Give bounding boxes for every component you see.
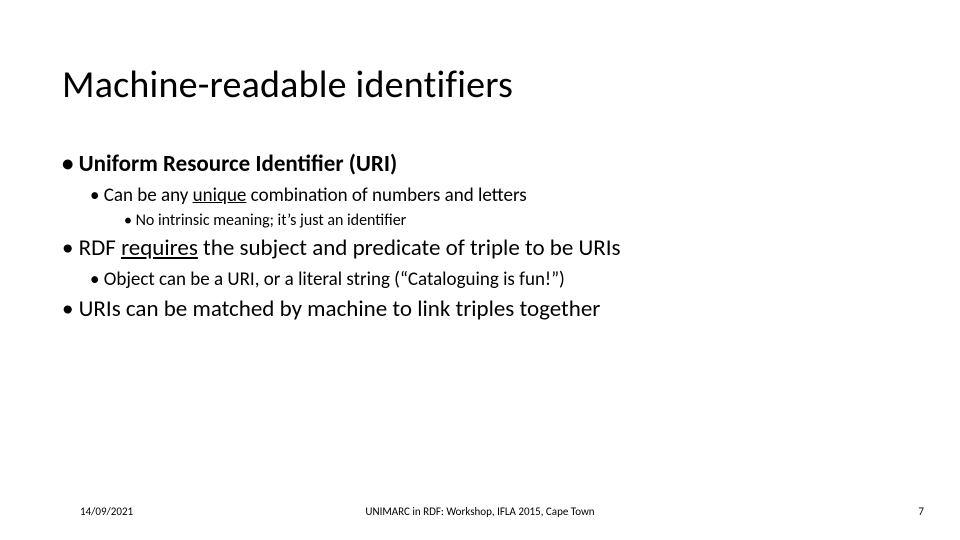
slide-body: Uniform Resource Identifier (URI) Can be… xyxy=(62,150,898,329)
footer-center: UNIMARC in RDF: Workshop, IFLA 2015, Cap… xyxy=(0,505,960,518)
bullet-no-intrinsic: No intrinsic meaning; it’s just an ident… xyxy=(124,211,898,230)
slide: Machine-readable identifiers Uniform Res… xyxy=(0,0,960,540)
slide-number: 7 xyxy=(918,505,924,518)
bullet-uri-unique: Can be any unique combination of numbers… xyxy=(90,184,898,207)
text-fragment: the subject and predicate of triple to b… xyxy=(198,234,621,262)
bullet-uri: Uniform Resource Identifier (URI) xyxy=(62,150,898,178)
text-fragment: combination of numbers and letters xyxy=(246,184,526,207)
text-fragment: Can be any xyxy=(104,184,193,207)
bullet-uris-matched: URIs can be matched by machine to link t… xyxy=(62,295,898,323)
text-underline: requires xyxy=(121,234,198,262)
bullet-rdf-requires: RDF requires the subject and predicate o… xyxy=(62,234,898,262)
bullet-object-literal: Object can be a URI, or a literal string… xyxy=(90,268,898,291)
text-underline: unique xyxy=(193,184,247,207)
slide-title: Machine-readable identifiers xyxy=(62,62,513,108)
text-fragment: RDF xyxy=(79,234,121,262)
